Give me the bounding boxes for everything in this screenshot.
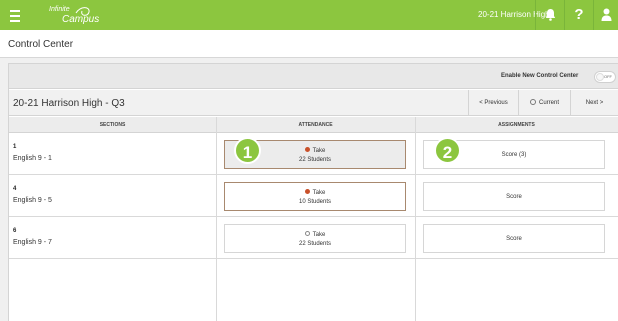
bell-icon[interactable] xyxy=(536,0,564,30)
score-assignments-button[interactable]: Score xyxy=(423,182,605,211)
current-term-label: Current xyxy=(538,100,559,106)
attendance-status-dot-icon xyxy=(304,231,310,236)
hamburger-menu-icon[interactable] xyxy=(10,7,20,23)
page-title: Control Center xyxy=(8,39,74,50)
take-attendance-button[interactable]: Take 22 Students xyxy=(224,224,406,253)
enable-new-control-center-label: Enable New Control Center xyxy=(501,73,579,79)
current-term-button[interactable]: Current xyxy=(518,90,570,116)
section-row: 4 English 9 - 5 Take 10 Students Score xyxy=(9,176,618,217)
attendance-status-dot-icon xyxy=(304,189,310,194)
attendance-status-dot-icon xyxy=(304,147,310,152)
section-row: 1 English 9 - 1 Take 22 Students Score (… xyxy=(9,134,618,175)
take-label: Take xyxy=(312,190,326,196)
section-number: 6 xyxy=(13,228,17,234)
control-center-panel: Enable New Control Center OFF 20-21 Harr… xyxy=(8,63,618,321)
logo-campus-text: Campus xyxy=(62,14,100,25)
student-count: 10 Students xyxy=(298,199,332,205)
assignments-column-header: ASSIGNMENTS xyxy=(415,117,618,133)
callout-badge-1: 1 xyxy=(234,137,261,164)
section-name[interactable]: English 9 - 5 xyxy=(13,197,52,204)
logo-infinite-text: Infinite xyxy=(49,6,70,13)
term-bar: 20-21 Harrison High - Q3 < Previous Curr… xyxy=(9,90,618,116)
user-icon[interactable] xyxy=(594,0,618,30)
column-divider xyxy=(216,117,217,321)
take-attendance-button[interactable]: Take 10 Students xyxy=(224,182,406,211)
column-divider xyxy=(415,117,416,321)
take-label: Take xyxy=(312,232,326,238)
toggle-knob xyxy=(596,73,604,81)
top-nav-bar: Infinite Campus 20-21 Harrison High ? xyxy=(0,0,618,30)
radio-icon xyxy=(529,99,536,105)
score-assignments-button[interactable]: Score xyxy=(423,224,605,253)
callout-badge-2: 2 xyxy=(434,137,461,164)
help-icon[interactable]: ? xyxy=(565,0,593,30)
section-name[interactable]: English 9 - 1 xyxy=(13,155,52,162)
control-center-toolbar: Enable New Control Center OFF xyxy=(9,64,618,89)
section-name[interactable]: English 9 - 7 xyxy=(13,239,52,246)
previous-term-button[interactable]: < Previous xyxy=(468,90,518,116)
page-header: Control Center xyxy=(0,30,618,58)
next-term-button[interactable]: Next > xyxy=(570,90,618,116)
attendance-column-header: ATTENDANCE xyxy=(216,117,415,133)
next-term-label: Next > xyxy=(585,100,604,106)
section-number: 4 xyxy=(13,186,17,192)
section-number: 1 xyxy=(13,144,17,150)
infinite-campus-logo[interactable]: Infinite Campus xyxy=(46,5,106,27)
previous-term-label: < Previous xyxy=(479,100,508,106)
sections-column-header: SECTIONS xyxy=(9,117,216,133)
section-row: 6 English 9 - 7 Take 22 Students Score xyxy=(9,218,618,259)
toggle-state-label: OFF xyxy=(604,74,612,79)
enable-new-control-center-toggle[interactable]: OFF xyxy=(594,71,616,83)
student-count: 22 Students xyxy=(298,241,332,247)
term-title: 20-21 Harrison High - Q3 xyxy=(13,98,125,109)
take-label: Take xyxy=(312,148,326,154)
